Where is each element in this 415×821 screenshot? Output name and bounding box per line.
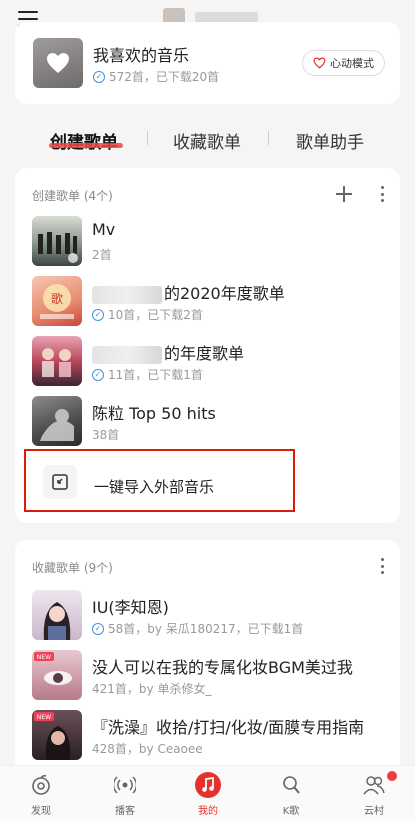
import-icon <box>43 465 77 499</box>
svg-text:歌: 歌 <box>51 291 63 306</box>
playlist-title-text: 的2020年度歌单 <box>164 284 285 303</box>
import-label: 一键导入外部音乐 <box>94 478 215 496</box>
tab-divider <box>268 131 269 145</box>
tab-assistant[interactable]: 歌单助手 <box>296 128 364 153</box>
nav-mine[interactable]: 我的 <box>178 772 238 817</box>
list-item[interactable]: 陈粒 Top 50 hits 38首 <box>32 396 387 446</box>
new-badge: NEW <box>37 654 51 661</box>
playlist-cover <box>32 336 82 386</box>
music-note-icon <box>195 772 221 798</box>
playlist-cover <box>32 216 82 266</box>
playlist-cover: NEW <box>32 710 82 760</box>
discover-icon <box>28 772 54 798</box>
playlist-title: 『洗澡』收拾/打扫/化妆/面膜专用指南 <box>92 718 365 737</box>
blurred-name <box>92 285 162 304</box>
liked-title: 我喜欢的音乐 <box>93 46 190 65</box>
playlist-subtitle-text: 10首，已下载2首 <box>108 308 203 322</box>
community-icon <box>361 772 387 798</box>
list-item[interactable]: NEW 『洗澡』收拾/打扫/化妆/面膜专用指南 428首，by Ceaoee <box>32 710 387 760</box>
playlist-cover: NEW <box>32 650 82 700</box>
playlist-subtitle: 38首 <box>92 426 119 443</box>
plus-icon[interactable] <box>336 186 352 202</box>
nav-karaoke[interactable]: K歌 <box>261 772 321 817</box>
downloaded-icon: ✓ <box>92 622 104 635</box>
nav-podcast[interactable]: 播客 <box>95 772 155 817</box>
active-tab-indicator <box>49 143 123 148</box>
playlist-cover: 歌 <box>32 276 82 326</box>
heartbeat-mode-button[interactable]: 心动模式 <box>302 50 385 76</box>
playlist-subtitle: ✓ 58首，by 呆瓜180217，已下载1首 <box>92 620 303 637</box>
collected-playlists-card: 收藏歌单 (9个) IU(李知恩) ✓ 58首，by 呆瓜180217，已下载1首… <box>15 540 400 780</box>
list-item[interactable]: NEW 没人可以在我的专属化妆BGM美过我 421首，by 单杀修女_ <box>32 650 387 700</box>
playlist-subtitle-text: 421首，by 单杀修女_ <box>92 682 212 696</box>
tab-collected[interactable]: 收藏歌单 <box>173 128 241 153</box>
downloaded-icon: ✓ <box>92 368 104 381</box>
playlist-subtitle-text: 428首，by Ceaoee <box>92 742 203 756</box>
liked-subtitle: ✓ 572首，已下载20首 <box>93 68 219 85</box>
liked-cover <box>33 38 83 88</box>
nav-label: 发现 <box>31 806 51 817</box>
playlist-subtitle: ✓ 11首，已下载1首 <box>92 366 203 383</box>
new-badge: NEW <box>37 714 51 721</box>
playlist-title: 的2020年度歌单 <box>92 280 285 304</box>
heartbeat-mode-label: 心动模式 <box>330 57 374 70</box>
downloaded-icon: ✓ <box>92 308 104 321</box>
playlist-subtitle-text: 38首 <box>92 428 120 442</box>
list-item[interactable]: Mv 2首 <box>32 216 387 266</box>
playlist-subtitle: 2首 <box>92 246 112 263</box>
playlist-cover <box>32 590 82 640</box>
notification-dot <box>387 771 397 781</box>
nav-label: 我的 <box>198 806 218 817</box>
playlist-subtitle-text: 58首，by 呆瓜180217，已下载1首 <box>108 622 304 636</box>
heart-icon <box>47 53 69 73</box>
more-icon[interactable] <box>380 558 384 574</box>
nav-label: 播客 <box>115 806 135 817</box>
playlist-title: 没人可以在我的专属化妆BGM美过我 <box>92 658 353 677</box>
tab-divider <box>147 131 148 145</box>
collected-header: 收藏歌单 (9个) <box>32 561 113 575</box>
playlist-title: 陈粒 Top 50 hits <box>92 404 216 423</box>
podcast-icon <box>112 772 138 798</box>
downloaded-icon: ✓ <box>93 70 105 83</box>
liked-subtitle-text: 572首，已下载20首 <box>109 70 220 84</box>
karaoke-icon <box>278 772 304 798</box>
playlist-cover <box>32 396 82 446</box>
list-item[interactable]: IU(李知恩) ✓ 58首，by 呆瓜180217，已下载1首 <box>32 590 387 640</box>
playlist-subtitle: 428首，by Ceaoee <box>92 740 203 757</box>
nav-label: 云村 <box>364 806 384 817</box>
playlist-title: 的年度歌单 <box>92 340 244 364</box>
import-external-music-button[interactable]: 一键导入外部音乐 <box>24 449 295 512</box>
list-item[interactable]: 的年度歌单 ✓ 11首，已下载1首 <box>32 336 387 386</box>
nav-label: K歌 <box>282 806 300 817</box>
playlist-subtitle-text: 2首 <box>92 248 112 262</box>
playlist-subtitle-text: 11首，已下载1首 <box>108 368 203 382</box>
bottom-nav: 发现 播客 我的 K歌 云村 <box>0 765 415 821</box>
tab-created[interactable]: 创建歌单 <box>50 128 118 153</box>
nav-discover[interactable]: 发现 <box>11 772 71 817</box>
created-header: 创建歌单 (4个) <box>32 189 113 203</box>
blurred-name <box>92 345 162 364</box>
playlist-title-text: 的年度歌单 <box>164 344 245 363</box>
list-item[interactable]: 歌 的2020年度歌单 ✓ 10首，已下载2首 <box>32 276 387 326</box>
playlist-title: IU(李知恩) <box>92 598 169 617</box>
heartbeat-icon <box>313 57 326 69</box>
playlist-subtitle: 421首，by 单杀修女_ <box>92 680 211 697</box>
liked-music-card[interactable]: 我喜欢的音乐 ✓ 572首，已下载20首 心动模式 <box>15 22 400 104</box>
playlist-subtitle: ✓ 10首，已下载2首 <box>92 306 203 323</box>
more-icon[interactable] <box>380 186 384 202</box>
playlist-title: Mv <box>92 220 116 239</box>
